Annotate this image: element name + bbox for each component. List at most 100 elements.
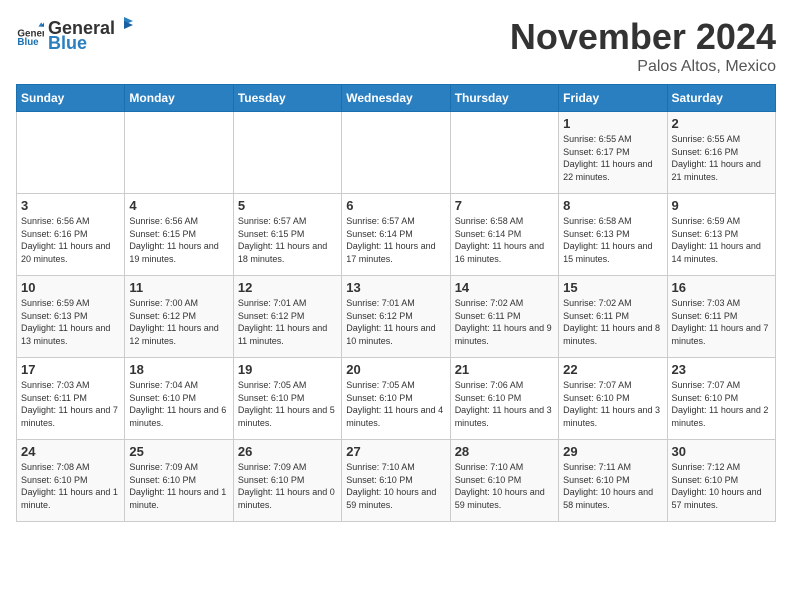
day-info: Sunrise: 7:05 AM Sunset: 6:10 PM Dayligh… — [346, 379, 445, 429]
calendar-cell: 30 Sunrise: 7:12 AM Sunset: 6:10 PM Dayli… — [667, 440, 775, 522]
calendar-cell — [233, 112, 341, 194]
day-info: Sunrise: 6:56 AM Sunset: 6:16 PM Dayligh… — [21, 215, 120, 265]
day-info: Sunrise: 7:00 AM Sunset: 6:12 PM Dayligh… — [129, 297, 228, 347]
day-info: Sunrise: 7:09 AM Sunset: 6:10 PM Dayligh… — [129, 461, 228, 511]
day-info: Sunrise: 6:55 AM Sunset: 6:16 PM Dayligh… — [672, 133, 771, 183]
day-info: Sunrise: 7:07 AM Sunset: 6:10 PM Dayligh… — [672, 379, 771, 429]
day-info: Sunrise: 7:12 AM Sunset: 6:10 PM Dayligh… — [672, 461, 771, 511]
day-info: Sunrise: 7:07 AM Sunset: 6:10 PM Dayligh… — [563, 379, 662, 429]
day-info: Sunrise: 7:03 AM Sunset: 6:11 PM Dayligh… — [21, 379, 120, 429]
day-number: 16 — [672, 280, 771, 295]
day-info: Sunrise: 6:55 AM Sunset: 6:17 PM Dayligh… — [563, 133, 662, 183]
logo-icon: General Blue — [16, 21, 44, 49]
calendar-week-2: 3 Sunrise: 6:56 AM Sunset: 6:16 PM Daylig… — [17, 194, 776, 276]
calendar-cell: 21 Sunrise: 7:06 AM Sunset: 6:10 PM Dayli… — [450, 358, 558, 440]
calendar-cell: 10 Sunrise: 6:59 AM Sunset: 6:13 PM Dayli… — [17, 276, 125, 358]
calendar-cell: 22 Sunrise: 7:07 AM Sunset: 6:10 PM Dayli… — [559, 358, 667, 440]
day-info: Sunrise: 6:57 AM Sunset: 6:14 PM Dayligh… — [346, 215, 445, 265]
calendar-cell: 19Sunrise: 7:05 AM Sunset: 6:10 PM Dayli… — [233, 358, 341, 440]
column-header-thursday: Thursday — [450, 85, 558, 112]
day-number: 3 — [21, 198, 120, 213]
calendar-cell — [450, 112, 558, 194]
calendar-table: SundayMondayTuesdayWednesdayThursdayFrid… — [16, 84, 776, 522]
calendar-cell: 2 Sunrise: 6:55 AM Sunset: 6:16 PM Daylig… — [667, 112, 775, 194]
day-number: 7 — [455, 198, 554, 213]
calendar-cell: 1 Sunrise: 6:55 AM Sunset: 6:17 PM Daylig… — [559, 112, 667, 194]
calendar-cell: 29Sunrise: 7:11 AM Sunset: 6:10 PM Dayli… — [559, 440, 667, 522]
day-info: Sunrise: 7:11 AM Sunset: 6:10 PM Dayligh… — [563, 461, 662, 511]
calendar-week-3: 10 Sunrise: 6:59 AM Sunset: 6:13 PM Dayli… — [17, 276, 776, 358]
day-info: Sunrise: 7:03 AM Sunset: 6:11 PM Dayligh… — [672, 297, 771, 347]
day-number: 12 — [238, 280, 337, 295]
day-info: Sunrise: 6:56 AM Sunset: 6:15 PM Dayligh… — [129, 215, 228, 265]
calendar-cell: 18 Sunrise: 7:04 AM Sunset: 6:10 PM Dayli… — [125, 358, 233, 440]
day-number: 15 — [563, 280, 662, 295]
calendar-cell: 12 Sunrise: 7:01 AM Sunset: 6:12 PM Dayli… — [233, 276, 341, 358]
calendar-cell: 11 Sunrise: 7:00 AM Sunset: 6:12 PM Dayli… — [125, 276, 233, 358]
calendar-cell: 3 Sunrise: 6:56 AM Sunset: 6:16 PM Daylig… — [17, 194, 125, 276]
day-info: Sunrise: 7:10 AM Sunset: 6:10 PM Dayligh… — [455, 461, 554, 511]
day-number: 5 — [238, 198, 337, 213]
day-info: Sunrise: 7:08 AM Sunset: 6:10 PM Dayligh… — [21, 461, 120, 511]
calendar-cell: 4 Sunrise: 6:56 AM Sunset: 6:15 PM Daylig… — [125, 194, 233, 276]
month-title: November 2024 — [510, 16, 776, 58]
calendar-cell: 14 Sunrise: 7:02 AM Sunset: 6:11 PM Dayli… — [450, 276, 558, 358]
day-number: 17 — [21, 362, 120, 377]
day-info: Sunrise: 6:59 AM Sunset: 6:13 PM Dayligh… — [672, 215, 771, 265]
day-info: Sunrise: 6:58 AM Sunset: 6:14 PM Dayligh… — [455, 215, 554, 265]
calendar-cell: 16 Sunrise: 7:03 AM Sunset: 6:11 PM Dayli… — [667, 276, 775, 358]
day-info: Sunrise: 6:58 AM Sunset: 6:13 PM Dayligh… — [563, 215, 662, 265]
day-number: 23 — [672, 362, 771, 377]
column-header-tuesday: Tuesday — [233, 85, 341, 112]
calendar-cell: 17 Sunrise: 7:03 AM Sunset: 6:11 PM Dayli… — [17, 358, 125, 440]
calendar-cell: 7 Sunrise: 6:58 AM Sunset: 6:14 PM Daylig… — [450, 194, 558, 276]
day-number: 11 — [129, 280, 228, 295]
day-number: 18 — [129, 362, 228, 377]
day-number: 24 — [21, 444, 120, 459]
day-info: Sunrise: 7:10 AM Sunset: 6:10 PM Dayligh… — [346, 461, 445, 511]
location-title: Palos Altos, Mexico — [510, 58, 776, 76]
calendar-cell — [342, 112, 450, 194]
calendar-cell: 24 Sunrise: 7:08 AM Sunset: 6:10 PM Dayli… — [17, 440, 125, 522]
day-number: 1 — [563, 116, 662, 131]
calendar-cell: 27Sunrise: 7:10 AM Sunset: 6:10 PM Dayli… — [342, 440, 450, 522]
day-info: Sunrise: 7:01 AM Sunset: 6:12 PM Dayligh… — [238, 297, 337, 347]
day-number: 20 — [346, 362, 445, 377]
day-number: 10 — [21, 280, 120, 295]
day-info: Sunrise: 7:01 AM Sunset: 6:12 PM Dayligh… — [346, 297, 445, 347]
calendar-cell: 23 Sunrise: 7:07 AM Sunset: 6:10 PM Dayli… — [667, 358, 775, 440]
day-info: Sunrise: 7:02 AM Sunset: 6:11 PM Dayligh… — [563, 297, 662, 347]
calendar-cell — [17, 112, 125, 194]
day-info: Sunrise: 6:57 AM Sunset: 6:15 PM Dayligh… — [238, 215, 337, 265]
day-info: Sunrise: 7:05 AM Sunset: 6:10 PM Dayligh… — [238, 379, 337, 429]
calendar-week-4: 17 Sunrise: 7:03 AM Sunset: 6:11 PM Dayli… — [17, 358, 776, 440]
day-number: 8 — [563, 198, 662, 213]
day-number: 22 — [563, 362, 662, 377]
day-number: 14 — [455, 280, 554, 295]
day-number: 2 — [672, 116, 771, 131]
day-info: Sunrise: 7:02 AM Sunset: 6:11 PM Dayligh… — [455, 297, 554, 347]
calendar-week-1: 1 Sunrise: 6:55 AM Sunset: 6:17 PM Daylig… — [17, 112, 776, 194]
calendar-cell: 6Sunrise: 6:57 AM Sunset: 6:14 PM Daylig… — [342, 194, 450, 276]
calendar-header-row: SundayMondayTuesdayWednesdayThursdayFrid… — [17, 85, 776, 112]
title-area: November 2024 Palos Altos, Mexico — [510, 16, 776, 76]
day-info: Sunrise: 7:04 AM Sunset: 6:10 PM Dayligh… — [129, 379, 228, 429]
day-number: 13 — [346, 280, 445, 295]
calendar-cell: 13 Sunrise: 7:01 AM Sunset: 6:12 PM Dayli… — [342, 276, 450, 358]
day-number: 25 — [129, 444, 228, 459]
calendar-cell: 25 Sunrise: 7:09 AM Sunset: 6:10 PM Dayli… — [125, 440, 233, 522]
column-header-saturday: Saturday — [667, 85, 775, 112]
day-number: 4 — [129, 198, 228, 213]
column-header-monday: Monday — [125, 85, 233, 112]
day-number: 28 — [455, 444, 554, 459]
day-info: Sunrise: 7:06 AM Sunset: 6:10 PM Dayligh… — [455, 379, 554, 429]
day-info: Sunrise: 6:59 AM Sunset: 6:13 PM Dayligh… — [21, 297, 120, 347]
calendar-cell: 9Sunrise: 6:59 AM Sunset: 6:13 PM Daylig… — [667, 194, 775, 276]
day-number: 30 — [672, 444, 771, 459]
calendar-cell — [125, 112, 233, 194]
calendar-cell: 20 Sunrise: 7:05 AM Sunset: 6:10 PM Dayli… — [342, 358, 450, 440]
day-info: Sunrise: 7:09 AM Sunset: 6:10 PM Dayligh… — [238, 461, 337, 511]
day-number: 26 — [238, 444, 337, 459]
calendar-cell: 15 Sunrise: 7:02 AM Sunset: 6:11 PM Dayli… — [559, 276, 667, 358]
day-number: 21 — [455, 362, 554, 377]
